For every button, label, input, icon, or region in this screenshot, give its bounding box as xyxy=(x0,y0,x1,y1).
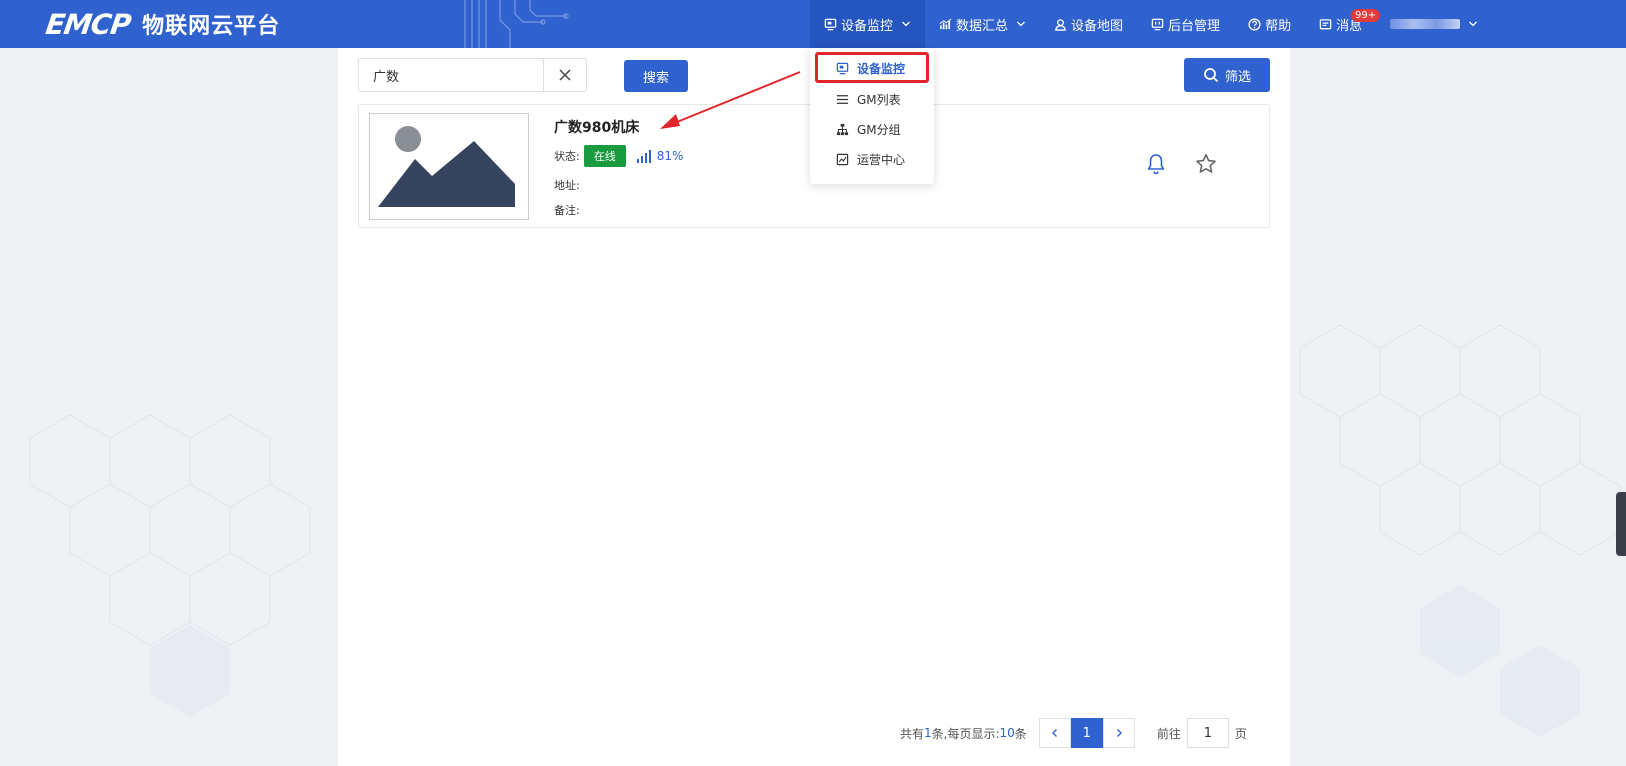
note-label: 备注: xyxy=(554,204,580,217)
chevron-down-icon xyxy=(1017,21,1025,27)
total-prefix: 共有 xyxy=(900,726,925,741)
dropdown-item-label: 设备监控 xyxy=(857,61,906,76)
dropdown-item-label: GM列表 xyxy=(857,92,901,107)
nav-label: 数据汇总 xyxy=(956,18,1009,34)
help-icon xyxy=(1248,17,1261,31)
dropdown-item-operation-center[interactable]: 运营中心 xyxy=(810,145,934,173)
chevron-down-icon xyxy=(1469,21,1478,27)
circuit-decoration-icon xyxy=(464,0,569,48)
nav-item-data-summary[interactable]: 数据汇总 xyxy=(925,0,1040,48)
image-placeholder-icon xyxy=(378,126,515,207)
user-menu[interactable] xyxy=(1376,0,1492,48)
group-tree-icon xyxy=(836,123,849,135)
dropdown-item-label: 运营中心 xyxy=(857,152,906,167)
nav-item-device-monitor[interactable]: 设备监控 xyxy=(810,0,926,48)
nav-label: 设备地图 xyxy=(1071,18,1124,34)
chevron-left-icon xyxy=(1051,729,1057,737)
signal-percent: 81% xyxy=(656,149,684,163)
operation-chart-icon xyxy=(836,153,849,165)
list-icon xyxy=(836,94,849,104)
device-actions xyxy=(1144,152,1244,176)
next-page-button[interactable] xyxy=(1102,718,1135,748)
bell-icon[interactable] xyxy=(1144,152,1168,176)
top-navigation-bar: EMCP 物联网云平台 设备监控 数据汇总 设备地图 后台管理 帮助 消息 99… xyxy=(0,0,1626,48)
clear-search-button[interactable] xyxy=(543,59,586,91)
logo-name: 物联网云平台 xyxy=(142,14,281,39)
message-icon xyxy=(1319,18,1332,29)
search-button[interactable]: 搜索 xyxy=(624,60,688,92)
monitor-icon xyxy=(824,18,837,30)
goto-prefix: 前往 xyxy=(1156,726,1181,741)
map-user-icon xyxy=(1055,18,1066,31)
logo-mark: EMCP xyxy=(43,7,133,41)
nav-item-admin[interactable]: 后台管理 xyxy=(1137,0,1234,48)
signal-icon xyxy=(636,150,651,163)
total-count: 1 xyxy=(924,726,932,740)
nav-item-device-map[interactable]: 设备地图 xyxy=(1040,0,1137,48)
chart-icon xyxy=(939,18,952,29)
chevron-down-icon xyxy=(902,21,910,27)
goto-page-input[interactable]: 1 xyxy=(1186,718,1229,748)
star-icon[interactable] xyxy=(1194,152,1218,176)
search-icon xyxy=(1204,68,1219,83)
pagination: 共有 1 条,每页显示: 10 条 1 前往 1 页 xyxy=(900,718,1247,748)
monitor-icon xyxy=(836,62,849,74)
signal-strength: 81% xyxy=(636,149,684,163)
device-note-row: 备注: xyxy=(554,202,580,218)
goto-suffix: 页 xyxy=(1234,726,1247,741)
search-box xyxy=(358,58,587,92)
filter-label: 筛选 xyxy=(1224,69,1251,85)
side-panel-handle[interactable] xyxy=(1616,492,1626,556)
search-input[interactable] xyxy=(359,59,543,91)
total-suffix: 条,每页显示: xyxy=(931,726,1000,741)
prev-page-button[interactable] xyxy=(1038,718,1071,748)
logo[interactable]: EMCP 物联网云平台 xyxy=(43,7,281,41)
dropdown-item-device-monitor[interactable]: 设备监控 xyxy=(810,54,934,82)
chevron-right-icon xyxy=(1116,729,1122,737)
status-badge: 在线 xyxy=(583,145,626,167)
admin-icon xyxy=(1151,18,1164,30)
filter-button[interactable]: 筛选 xyxy=(1184,58,1270,92)
nav-label: 帮助 xyxy=(1265,18,1292,34)
dropdown-item-gm-list[interactable]: GM列表 xyxy=(810,85,934,113)
nav-item-messages[interactable]: 消息 99+ xyxy=(1305,0,1381,48)
page-number[interactable]: 1 xyxy=(1070,718,1103,748)
device-status-row: 状态: 在线 81% xyxy=(554,145,683,167)
dropdown-item-label: GM分组 xyxy=(857,122,901,137)
nav-label: 后台管理 xyxy=(1168,18,1221,34)
device-name[interactable]: 广数980机床 xyxy=(554,117,639,137)
device-monitor-dropdown: 设备监控 GM列表 GM分组 运营中心 xyxy=(810,48,934,184)
page-size-suffix: 条 xyxy=(1014,726,1027,741)
avatar xyxy=(1390,19,1461,29)
status-label: 状态: xyxy=(554,150,580,163)
address-label: 地址: xyxy=(554,179,580,192)
page-size: 10 xyxy=(999,726,1015,740)
nav-label: 设备监控 xyxy=(841,18,894,34)
device-thumbnail xyxy=(369,113,529,220)
dropdown-item-gm-group[interactable]: GM分组 xyxy=(810,115,934,143)
device-address-row: 地址: xyxy=(554,177,580,193)
nav-item-help[interactable]: 帮助 xyxy=(1234,0,1305,48)
close-icon xyxy=(559,69,571,81)
main-nav: 设备监控 数据汇总 设备地图 后台管理 帮助 消息 99+ xyxy=(810,0,1492,48)
